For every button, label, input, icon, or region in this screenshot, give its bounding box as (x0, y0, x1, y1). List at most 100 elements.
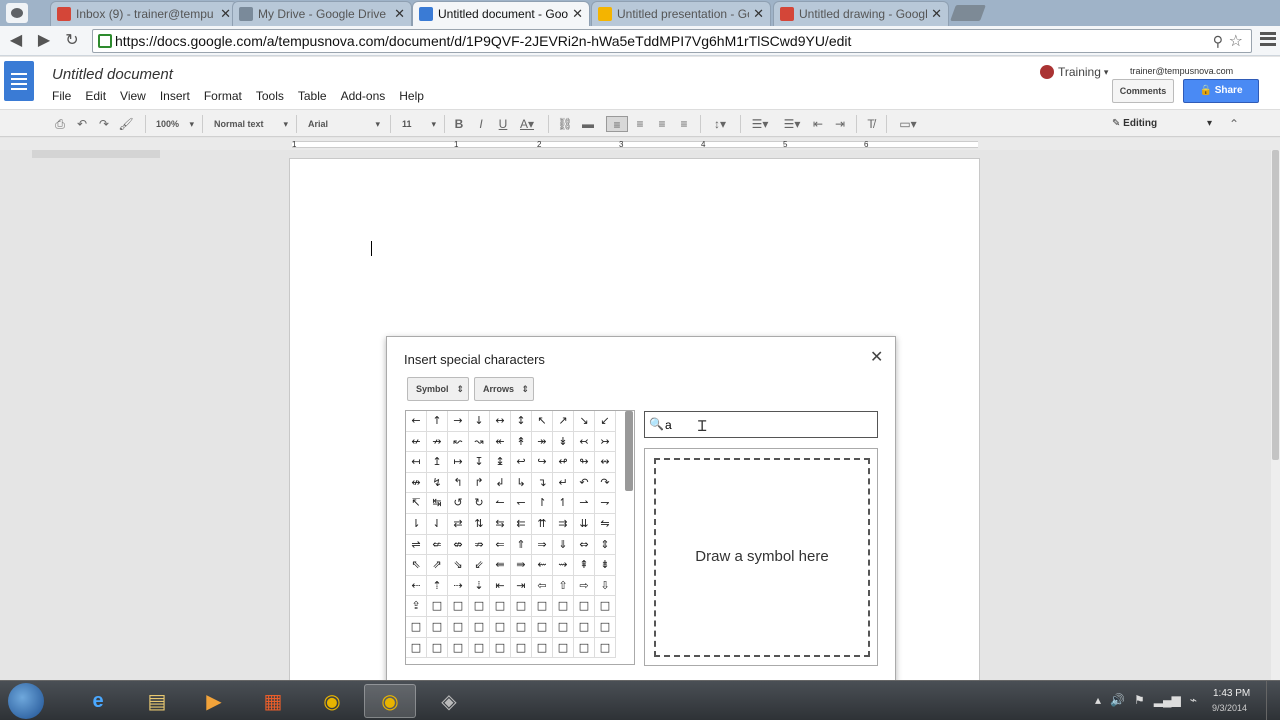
symbol-cell[interactable]: ↰ (448, 472, 469, 494)
symbol-cell[interactable]: ↺ (448, 493, 469, 514)
symbol-cell[interactable]: ↞ (490, 431, 511, 453)
symbol-cell[interactable]: ↿ (553, 493, 574, 514)
new-tab-button[interactable] (950, 5, 986, 21)
close-icon[interactable]: ✕ (753, 6, 764, 22)
underline-icon[interactable]: U (496, 116, 510, 132)
symbol-cell[interactable]: □ (553, 616, 574, 638)
bold-icon[interactable]: B (452, 116, 466, 132)
symbol-cell[interactable]: ⇠ (406, 575, 427, 597)
undo-icon[interactable]: ↶ (74, 116, 90, 132)
symbol-cell[interactable]: ↚ (406, 431, 427, 453)
symbol-cell[interactable]: □ (469, 637, 490, 659)
symbol-cell[interactable]: ↛ (427, 431, 448, 453)
symbol-cell[interactable]: ↥ (427, 452, 448, 473)
symbol-cell[interactable]: ↪ (532, 452, 553, 473)
flag-icon[interactable]: ⚑ (1134, 693, 1145, 707)
symbol-cell[interactable]: □ (406, 637, 427, 659)
comment-icon[interactable]: ▬ (580, 116, 596, 132)
symbol-cell[interactable]: ↣ (595, 431, 616, 453)
symbol-cell[interactable]: ↧ (469, 452, 490, 473)
symbol-cell[interactable]: ↴ (532, 472, 553, 494)
symbol-cell[interactable]: ← (406, 411, 427, 432)
menu-format[interactable]: Format (204, 89, 242, 103)
network-icon[interactable]: ▂▄▆ (1154, 693, 1181, 707)
tab-gmail[interactable]: Inbox (9) - trainer@tempu ✕ (50, 1, 238, 26)
symbol-cell[interactable]: ⇅ (469, 513, 490, 535)
document-title[interactable]: Untitled document (52, 66, 173, 83)
symbol-cell[interactable]: ⇎ (448, 534, 469, 556)
symbol-cell[interactable]: □ (574, 596, 595, 617)
symbol-cell[interactable]: ⇏ (469, 534, 490, 556)
menu-help[interactable]: Help (399, 89, 424, 103)
symbol-cell[interactable]: ⇡ (427, 575, 448, 597)
clock-date[interactable]: 9/3/2014 (1212, 703, 1247, 713)
symbol-cell[interactable]: □ (406, 616, 427, 638)
symbol-cell[interactable]: □ (427, 637, 448, 659)
start-button[interactable] (8, 683, 44, 719)
symbol-cell[interactable]: □ (532, 616, 553, 638)
symbol-cell[interactable]: □ (448, 616, 469, 638)
clock-time[interactable]: 1:43 PM (1213, 688, 1250, 699)
symbol-cell[interactable]: □ (490, 637, 511, 659)
symbol-cell[interactable]: ⇪ (406, 596, 427, 617)
symbol-cell[interactable]: □ (448, 596, 469, 617)
symbol-cell[interactable]: □ (490, 596, 511, 617)
symbol-search-box[interactable]: 🔍 (644, 411, 878, 438)
internet-explorer-icon[interactable]: e (72, 684, 124, 718)
symbol-cell[interactable]: ↬ (574, 452, 595, 473)
symbol-cell[interactable]: ⇟ (595, 555, 616, 576)
symbol-cell[interactable]: □ (553, 596, 574, 617)
symbol-cell[interactable]: ⇦ (532, 575, 553, 597)
symbol-cell[interactable]: □ (511, 616, 532, 638)
symbol-cell[interactable]: ↙ (595, 411, 616, 432)
symbol-cell[interactable]: ↽ (511, 493, 532, 514)
symbol-cell[interactable]: ⇊ (574, 513, 595, 535)
volume-icon[interactable]: 🔊 (1110, 693, 1125, 707)
symbol-cell[interactable]: ⇣ (469, 575, 490, 597)
account-switcher[interactable]: Training ▾ (1040, 65, 1108, 79)
symbol-cell[interactable]: ↡ (553, 431, 574, 453)
symbol-cell[interactable]: ⇞ (574, 555, 595, 576)
symbol-cell[interactable]: □ (469, 596, 490, 617)
symbol-cell[interactable]: □ (427, 616, 448, 638)
forward-icon[interactable]: ▶ (34, 32, 54, 50)
menu-insert[interactable]: Insert (160, 89, 190, 103)
line-spacing-icon[interactable]: ↕▾ (706, 116, 734, 132)
symbol-cell[interactable]: ⇇ (511, 513, 532, 535)
symbol-cell[interactable]: ↮ (406, 472, 427, 494)
menu-view[interactable]: View (120, 89, 146, 103)
align-right-icon[interactable]: ≡ (654, 116, 670, 132)
symbol-cell[interactable]: ⇂ (406, 513, 427, 535)
menu-tools[interactable]: Tools (256, 89, 284, 103)
symbol-cell[interactable]: ↼ (490, 493, 511, 514)
symbol-cell[interactable]: ⇤ (490, 575, 511, 597)
close-icon[interactable]: ✕ (220, 6, 231, 22)
screen-recorder-icon[interactable]: ◈ (423, 684, 475, 718)
symbol-cell[interactable]: ↲ (490, 472, 511, 494)
symbol-cell[interactable]: ⇆ (490, 513, 511, 535)
back-icon[interactable]: ◀ (6, 32, 26, 50)
symbol-cell[interactable]: ↠ (532, 431, 553, 453)
search-icon[interactable]: ⚲ (1213, 33, 1223, 50)
document-scrollbar[interactable] (1271, 150, 1280, 680)
account-email[interactable]: trainer@tempusnova.com (1130, 66, 1233, 76)
symbol-cell[interactable]: ↳ (511, 472, 532, 494)
symbol-cell[interactable]: ↱ (469, 472, 490, 494)
symbol-cell[interactable]: ↗ (553, 411, 574, 432)
symbol-cell[interactable]: □ (595, 596, 616, 617)
symbol-cell[interactable]: ⇉ (553, 513, 574, 535)
symbol-cell[interactable]: □ (553, 637, 574, 659)
menu-table[interactable]: Table (298, 89, 327, 103)
scrollbar-thumb[interactable] (1272, 150, 1279, 460)
symbol-cell[interactable]: ⇕ (595, 534, 616, 556)
symbol-cell[interactable]: ⇐ (490, 534, 511, 556)
symbol-cell[interactable]: □ (511, 637, 532, 659)
close-icon[interactable]: ✕ (572, 6, 583, 22)
bookmark-star-icon[interactable]: ☆ (1229, 31, 1243, 51)
symbol-cell[interactable]: ↻ (469, 493, 490, 514)
font-size-select[interactable]: 11 (398, 115, 438, 133)
symbol-cell[interactable]: ↝ (469, 431, 490, 453)
symbol-search-input[interactable] (665, 416, 865, 434)
symbol-cell[interactable]: ↹ (427, 493, 448, 514)
symbol-cell[interactable]: ⇩ (595, 575, 616, 597)
